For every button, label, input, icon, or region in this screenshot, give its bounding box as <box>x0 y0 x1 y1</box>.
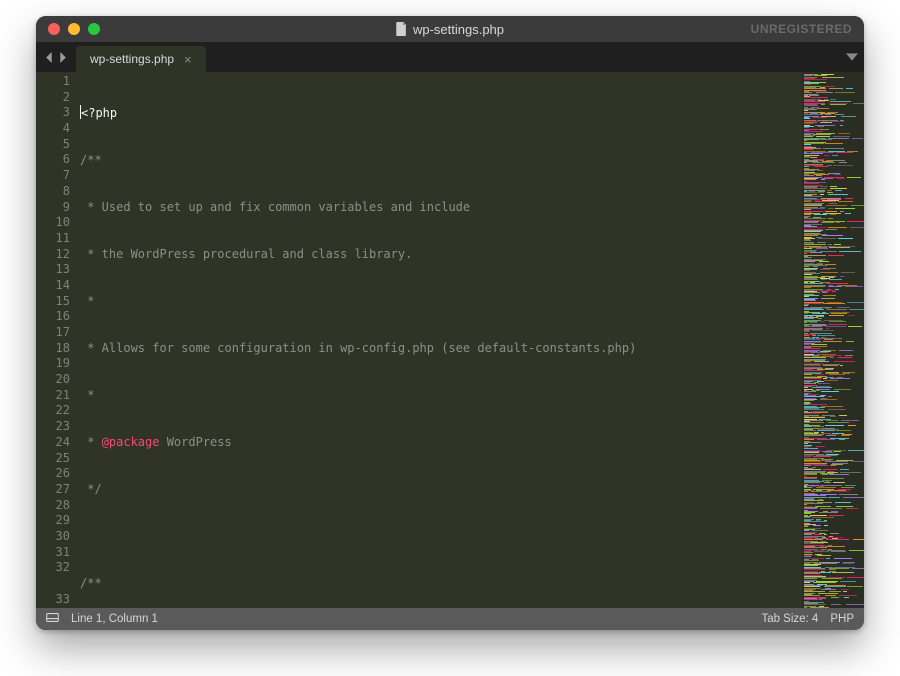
status-position[interactable]: Line 1, Column 1 <box>71 613 158 625</box>
editor-window: wp-settings.php UNREGISTERED wp-settings… <box>36 16 864 630</box>
status-tab-size[interactable]: Tab Size: 4 <box>761 613 818 625</box>
window-title: wp-settings.php <box>36 22 864 37</box>
nav-forward-button[interactable] <box>57 48 68 67</box>
titlebar: wp-settings.php UNREGISTERED <box>36 16 864 42</box>
panel-toggle-icon[interactable] <box>46 613 59 625</box>
close-tab-icon[interactable]: × <box>184 53 192 66</box>
minimize-window-button[interactable] <box>68 23 80 35</box>
window-controls <box>36 23 100 35</box>
tab-bar: wp-settings.php × <box>36 42 864 72</box>
nav-back-button[interactable] <box>44 48 55 67</box>
unregistered-label: UNREGISTERED <box>751 22 864 36</box>
window-title-text: wp-settings.php <box>413 22 504 37</box>
nav-arrows <box>36 42 76 72</box>
status-syntax[interactable]: PHP <box>830 613 854 625</box>
tab-overflow-button[interactable] <box>846 42 858 72</box>
editor: 1234567891011121314151617181920212223242… <box>36 72 864 608</box>
code-area[interactable]: <?php /** * Used to set up and fix commo… <box>80 72 802 608</box>
zoom-window-button[interactable] <box>88 23 100 35</box>
gutter: 1234567891011121314151617181920212223242… <box>36 72 80 608</box>
close-window-button[interactable] <box>48 23 60 35</box>
minimap[interactable] <box>802 72 864 608</box>
tab-wp-settings[interactable]: wp-settings.php × <box>76 46 206 72</box>
tab-label: wp-settings.php <box>90 52 174 66</box>
status-bar: Line 1, Column 1 Tab Size: 4 PHP <box>36 608 864 630</box>
file-icon <box>396 22 407 36</box>
